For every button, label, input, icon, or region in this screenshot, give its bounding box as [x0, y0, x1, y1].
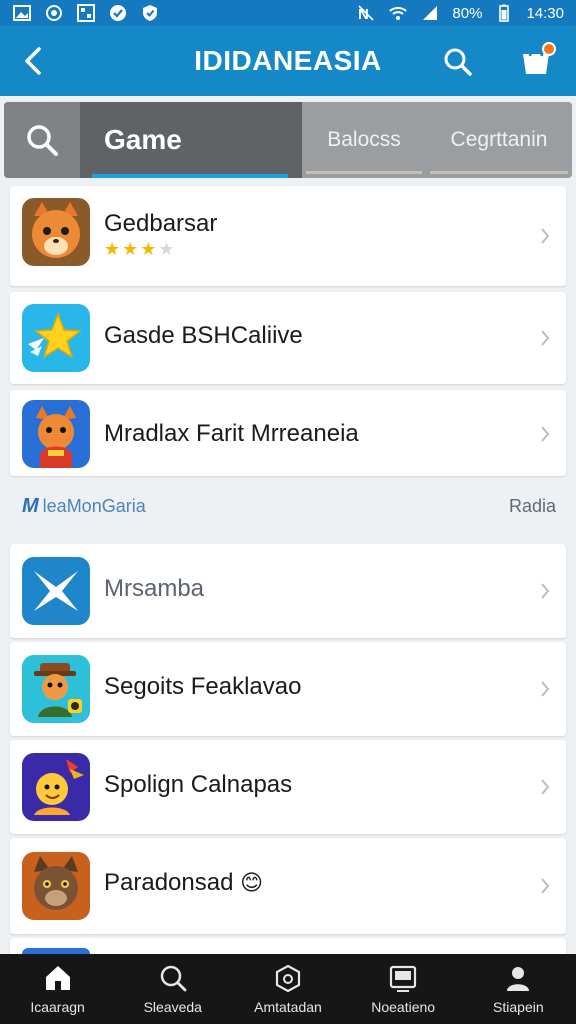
inbox-icon [390, 965, 417, 992]
search-icon [444, 48, 472, 76]
nav-item-inbox[interactable]: Noeatieno [346, 954, 461, 1024]
chevron-left-icon [25, 47, 41, 75]
tab-balocss[interactable]: Balocss [302, 102, 426, 178]
nfc-icon: N [356, 4, 376, 22]
list-item[interactable]: Gasde BSHCaliive [10, 292, 566, 384]
circle-icon [44, 4, 64, 22]
chevron-right-icon [538, 581, 552, 601]
list-item[interactable]: Spolign Calnapas [10, 740, 566, 834]
chevron-right-icon [538, 226, 552, 246]
list-item[interactable]: Paradonsad 😊 [10, 838, 566, 934]
nav-label: Sleaveda [143, 999, 202, 1015]
app-name: Spolign Calnapas [104, 771, 293, 798]
app-name-text: Paradonsad [104, 869, 234, 896]
grid-icon [76, 4, 96, 22]
app-title: IDIDANEASIA [194, 45, 382, 76]
hero-game-icon [22, 753, 90, 821]
star-game-icon [22, 304, 90, 372]
cart-badge [542, 42, 556, 56]
cat-game-icon [22, 852, 90, 920]
fox-hero-icon [22, 400, 90, 468]
battery-percent: 80% [452, 4, 483, 22]
star-filled-icon: ★ [122, 239, 139, 259]
section-link[interactable]: Radia [509, 496, 556, 517]
home-icon [45, 966, 70, 990]
list-item[interactable]: Gedbarsar ★ ★ ★ ★ [10, 186, 566, 286]
nav-label: Amtatadan [254, 999, 322, 1015]
star-filled-icon: ★ [104, 239, 121, 259]
bottom-nav: Icaaragn Sleaveda Amtatadan Noeatieno St… [0, 954, 576, 1024]
search-button[interactable] [438, 42, 478, 82]
bag-icon [275, 964, 301, 993]
tab-cegrttanin[interactable]: Cegrttanin [426, 102, 572, 178]
category-tabs: Game Balocss Cegrttanin [4, 102, 572, 178]
chevron-right-icon [538, 876, 552, 896]
explorer-game-icon [22, 655, 90, 723]
star-filled-icon: ★ [140, 239, 157, 259]
tab-search-button[interactable] [4, 102, 80, 178]
list-item[interactable] [10, 938, 566, 954]
smile-emoji-icon: 😊 [240, 870, 264, 895]
app-name: Segoits Feaklavao [104, 673, 302, 700]
star-empty-icon: ★ [158, 239, 175, 259]
battery-icon [494, 4, 514, 22]
app-bar: IDIDANEASIA [0, 26, 576, 96]
chevron-right-icon [538, 328, 552, 348]
search-icon [160, 965, 187, 992]
wifi-icon [388, 4, 408, 22]
chevron-right-icon [538, 679, 552, 699]
list-item[interactable]: Mradlax Farit Mrreaneia [10, 390, 566, 476]
section-header: M leaMonGaria Radia [10, 486, 566, 526]
app-name: Gedbarsar [104, 210, 218, 237]
chevron-right-icon [538, 424, 552, 444]
nav-label: Stiapein [493, 999, 544, 1015]
app-name: Paradonsad 😊 [104, 869, 263, 897]
clock: 14:30 [526, 4, 564, 22]
check-shield-icon [108, 4, 128, 22]
section-title: leaMonGaria [42, 495, 146, 516]
nav-label: Icaaragn [30, 999, 85, 1015]
nav-item-profile[interactable]: Stiapein [461, 954, 576, 1024]
app-name: Mradlax Farit Mrreaneia [104, 420, 359, 447]
back-button[interactable] [14, 42, 52, 80]
nav-item-search[interactable]: Sleaveda [115, 954, 230, 1024]
list-item[interactable]: Mrsamba [10, 544, 566, 638]
section-logo-icon: M [22, 494, 39, 517]
image-icon [12, 4, 32, 22]
search-icon [27, 125, 58, 156]
plane-game-icon [22, 557, 90, 625]
shield-icon [140, 4, 160, 22]
fox-game-icon [22, 198, 90, 266]
status-bar: N 80% 14:30 [0, 0, 576, 26]
nav-item-home[interactable]: Icaaragn [0, 954, 115, 1024]
chevron-right-icon [538, 777, 552, 797]
nav-item-bag[interactable]: Amtatadan [230, 954, 345, 1024]
app-name: Gasde BSHCaliive [104, 322, 303, 349]
app-name: Mrsamba [104, 575, 205, 602]
rating-stars: ★ ★ ★ ★ [104, 240, 175, 258]
signal-icon [420, 4, 440, 22]
list-item[interactable]: Segoits Feaklavao [10, 642, 566, 736]
nav-label: Noeatieno [371, 999, 436, 1015]
tab-game[interactable]: Game [80, 102, 302, 178]
cart-button[interactable] [514, 40, 558, 82]
profile-icon [507, 967, 530, 991]
